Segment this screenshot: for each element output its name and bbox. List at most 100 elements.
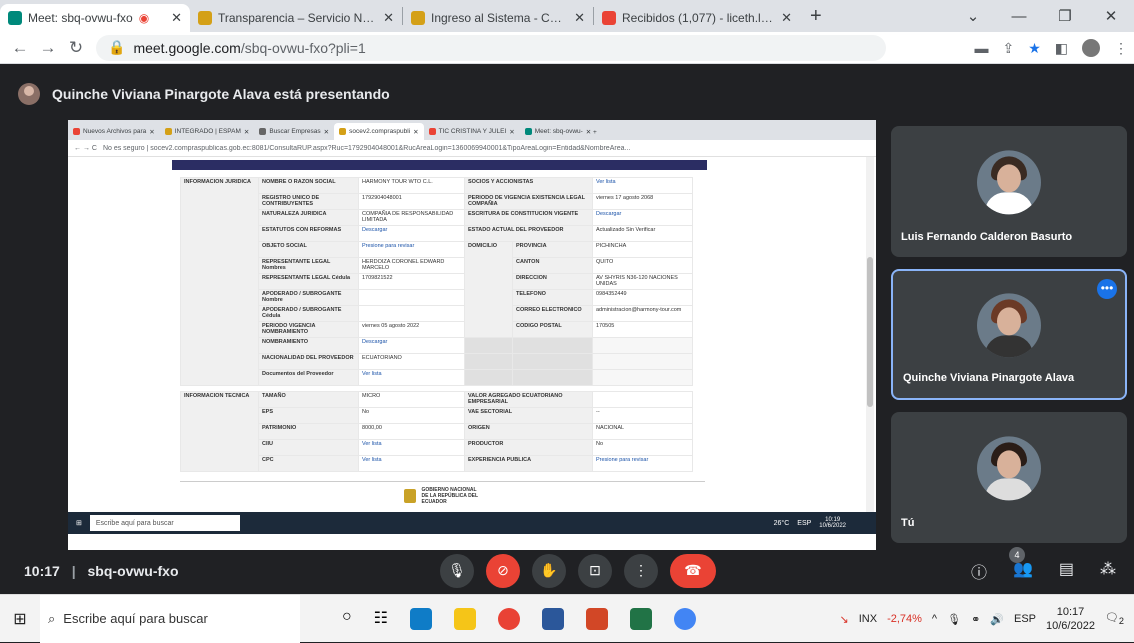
shared-taskbar: ⊞ Escribe aquí para buscar 26°C ESP 10:1… [68, 512, 876, 534]
close-tab-icon[interactable]: ✕ [171, 10, 182, 26]
meeting-time: 10:17 [24, 562, 60, 579]
sidepanel-icon[interactable]: ◧ [1055, 40, 1068, 57]
close-window-button[interactable]: ✕ [1088, 7, 1134, 25]
clock[interactable]: 10:17 10/6/2022 [1046, 605, 1095, 633]
shared-tab: Meet: sbq-ovwu- ✕ + [520, 123, 602, 140]
notifications-icon[interactable]: 🗨2 [1105, 611, 1124, 626]
presenter-text: Quinche Viviana Pinargote Alava está pre… [52, 86, 390, 102]
new-tab-button[interactable]: + [800, 5, 832, 28]
task-view-icon[interactable]: ☷ [374, 608, 388, 630]
shared-address-bar: ← → C No es seguro | socev2.compraspubli… [68, 140, 876, 157]
windows-start-icon[interactable]: ⊞ [0, 609, 40, 629]
file-explorer-icon[interactable] [454, 607, 477, 630]
meet-icon [8, 11, 22, 25]
url-path: /sbq-ovwu-fxo?pli=1 [240, 39, 366, 56]
chat-icon[interactable]: ▤ [1059, 559, 1074, 583]
presenter-banner: Quinche Viviana Pinargote Alava está pre… [18, 78, 1114, 110]
tab-gmail[interactable]: Recibidos (1,077) - liceth.lopez@ ✕ [594, 4, 800, 32]
minimize-button[interactable]: — [996, 8, 1042, 25]
tab-title: Transparencia – Servicio Naciona [218, 11, 377, 25]
shared-tab-bar: Nuevos Archivos para ✕ INTEGRADO | ESPAM… [68, 120, 876, 140]
url-input[interactable]: 🔒 meet.google.com/sbq-ovwu-fxo?pli=1 [96, 34, 886, 61]
forward-button[interactable]: → [34, 38, 62, 58]
chrome-icon[interactable] [498, 607, 521, 630]
shared-tab: INTEGRADO | ESPAM ✕ [160, 123, 255, 140]
shared-tab: Nuevos Archivos para ✕ [68, 123, 160, 140]
stock-down-icon: ↘ [839, 613, 849, 626]
participant-name: Quinche Viviana Pinargote Alava [903, 372, 1075, 384]
shared-screen: Nuevos Archivos para ✕ INTEGRADO | ESPAM… [68, 120, 876, 550]
edge-icon[interactable] [410, 607, 433, 630]
participant-name: Tú [901, 517, 915, 529]
windows-taskbar: ⊞ ⌕ Escribe aquí para buscar ○ ☷ ↘ INX -… [0, 594, 1134, 643]
shared-tab: socev2.compraspubli ✕ [334, 123, 424, 140]
meeting-info: 10:17 | sbq-ovwu-fxo [24, 562, 179, 579]
raise-hand-button[interactable]: ✋ [532, 553, 566, 588]
meeting-details-icon[interactable]: ⓘ [971, 559, 987, 583]
tab-meet[interactable]: Meet: sbq-ovwu-fxo ◉ ✕ [0, 4, 190, 32]
section-label: INFORMACION JURIDICA [180, 177, 259, 386]
shared-taskbar-search: Escribe aquí para buscar [89, 515, 240, 531]
site-icon [198, 11, 212, 25]
search-icon: ⌕ [48, 610, 56, 626]
camera-off-button[interactable]: ⊘ [486, 553, 520, 588]
microphone-button[interactable]: 🎙 [440, 553, 474, 588]
participant-tile-self[interactable]: Tú [891, 412, 1127, 543]
participant-tile-active[interactable]: ••• Quinche Viviana Pinargote Alava [891, 269, 1127, 400]
shared-tab: Buscar Empresas ✕ [254, 123, 334, 140]
stock-change: -2,74% [887, 613, 922, 625]
close-tab-icon[interactable]: ✕ [574, 10, 585, 26]
recording-dot-icon: ◉ [138, 11, 150, 25]
powerpoint-icon[interactable] [586, 607, 609, 630]
taskbar-apps: ○ ☷ [342, 607, 697, 630]
participant-tile[interactable]: Luis Fernando Calderon Basurto [891, 126, 1127, 257]
excel-icon[interactable] [630, 607, 653, 630]
tab-search-icon[interactable]: ⌄ [950, 7, 996, 25]
language-indicator[interactable]: ESP [1014, 613, 1036, 625]
shared-tab: TIC CRISTINA Y JULEI ✕ [424, 123, 520, 140]
site-icon [411, 11, 425, 25]
profile-avatar[interactable] [1082, 39, 1100, 57]
cast-icon[interactable]: ▬ [974, 40, 988, 56]
present-button[interactable]: ⊡ [578, 553, 612, 588]
browser-toolbar-icons: ▬ ⇪ ★ ◧ ⋮ [974, 32, 1128, 64]
bookmark-star-icon[interactable]: ★ [1028, 40, 1041, 57]
participant-count-badge: 4 [1008, 546, 1025, 563]
window-controls: ⌄ — ❐ ✕ [950, 0, 1134, 32]
more-options-icon[interactable]: ••• [1097, 279, 1117, 299]
more-options-button[interactable]: ⋮ [624, 553, 658, 588]
reload-button[interactable]: ↻ [62, 38, 90, 58]
menu-kebab-icon[interactable]: ⋮ [1114, 40, 1128, 57]
chrome-profile-icon[interactable] [674, 607, 697, 630]
volume-icon[interactable]: 🔊 [990, 613, 1004, 626]
meet-side-controls: ⓘ 👥 4 ▤ ⁂ [971, 546, 1116, 583]
tab-transparencia[interactable]: Transparencia – Servicio Naciona ✕ [190, 4, 402, 32]
activities-icon[interactable]: ⁂ [1100, 559, 1116, 583]
leave-call-button[interactable]: ☎ [670, 553, 716, 588]
gmail-icon [602, 11, 616, 25]
address-bar: ← → ↻ 🔒 meet.google.com/sbq-ovwu-fxo?pli… [0, 32, 1134, 64]
shared-url: No es seguro | socev2.compraspublicas.go… [102, 144, 631, 152]
people-icon[interactable]: 👥 4 [1008, 546, 1033, 583]
shared-scrollbar [866, 157, 874, 512]
close-tab-icon[interactable]: ✕ [781, 10, 792, 26]
participant-avatar [977, 435, 1041, 500]
close-tab-icon[interactable]: ✕ [383, 10, 394, 26]
ecuador-seal-icon [403, 488, 416, 503]
taskbar-search-input[interactable]: ⌕ Escribe aquí para buscar [40, 594, 300, 643]
word-icon[interactable] [542, 607, 565, 630]
mic-tray-icon[interactable]: 🎙 [947, 613, 961, 626]
participant-avatar [977, 149, 1041, 214]
share-icon[interactable]: ⇪ [1002, 40, 1014, 57]
back-button[interactable]: ← [6, 38, 34, 58]
tray-expand-icon[interactable]: ^ [932, 613, 937, 625]
tab-compras[interactable]: Ingreso al Sistema - Compras Pú ✕ [403, 4, 593, 32]
tab-title: Meet: sbq-ovwu-fxo [28, 11, 133, 25]
network-icon[interactable]: ⚭ [971, 613, 980, 626]
government-logo: GOBIERNO NACIONAL DE LA REPÚBLICA DEL EC… [180, 481, 705, 509]
restore-button[interactable]: ❐ [1042, 7, 1088, 25]
stock-name[interactable]: INX [859, 613, 877, 625]
rup-header-bar [172, 160, 707, 170]
cortana-icon[interactable]: ○ [342, 608, 352, 630]
participant-avatar [977, 292, 1041, 357]
